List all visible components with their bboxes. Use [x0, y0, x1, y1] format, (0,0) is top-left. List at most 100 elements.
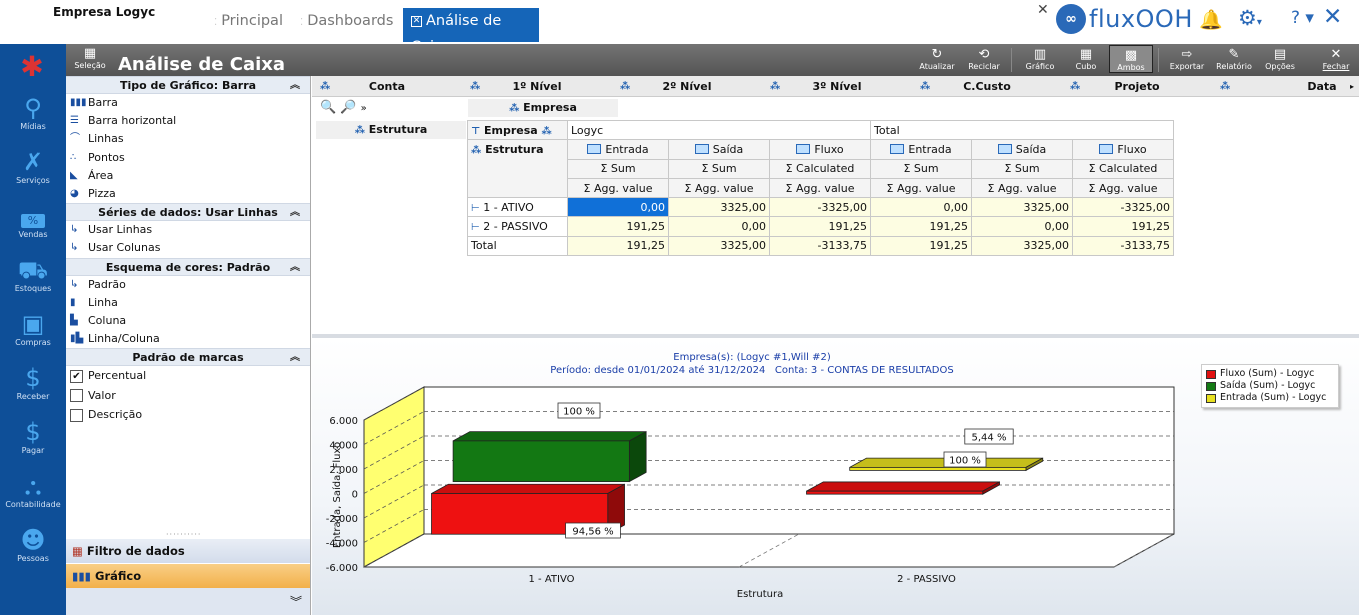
table-row[interactable]: ⊢ 2 - PASSIVO 191,25 0,00 191,25 191,25 … [467, 216, 1174, 237]
section-cores[interactable]: Esquema de cores: Padrão ︽ [66, 257, 310, 277]
opcoes-button[interactable]: ▤ Opções [1258, 47, 1302, 72]
field-ccusto[interactable]: ⁂ C.Custo [912, 76, 1062, 97]
table-cell[interactable]: 191,25 [769, 216, 871, 237]
relatorio-button[interactable]: ✎ Relatório [1212, 47, 1256, 72]
option-linha[interactable]: ▮ Linha [66, 294, 310, 312]
tab-dashboards[interactable]: ⁚ Dashboards [292, 8, 401, 42]
checkbox-box[interactable] [70, 389, 83, 402]
section-tipo-grafico[interactable]: Tipo de Gráfico: Barra ︽ [66, 76, 310, 94]
option-pizza[interactable]: ◕ Pizza [66, 185, 310, 203]
measure-header[interactable]: Entrada [567, 139, 669, 160]
section-series[interactable]: Séries de dados: Usar Linhas ︽ [66, 203, 310, 222]
checkbox-descricao[interactable]: Descrição [66, 405, 310, 425]
zoom-plus-icon[interactable]: 🔎 [340, 100, 356, 115]
group-header-logyc[interactable]: Logyc [567, 119, 871, 141]
table-cell[interactable]: 0,00 [870, 197, 972, 218]
measure-header[interactable]: Fluxo [769, 139, 871, 160]
field-projeto[interactable]: ⁂ Projeto [1062, 76, 1212, 97]
table-cell[interactable]: 191,25 [567, 235, 669, 257]
nav-filtro-de-dados[interactable]: ▦ Filtro de dados [66, 539, 310, 563]
option-linhas[interactable]: ⌒ Linhas [66, 130, 310, 148]
field-1-nivel[interactable]: ⁂ 1º Nível [462, 76, 612, 97]
measure-header[interactable]: Saída [668, 139, 770, 160]
help-button[interactable]: ? ▾ [1291, 8, 1314, 28]
option-usar-linhas[interactable]: ↳ Usar Linhas [66, 221, 310, 239]
col-field-header[interactable]: ⊤ Empresa ⁂ [467, 119, 568, 141]
collapse-chevron-icon[interactable]: ︽ [290, 204, 300, 222]
zoom-icon[interactable]: 🔍 [320, 100, 336, 115]
sidebar-item-compras[interactable]: ▣ Compras [0, 310, 66, 347]
table-cell[interactable]: -3325,00 [1072, 197, 1174, 218]
table-cell[interactable]: 3325,00 [668, 197, 770, 218]
expand-icon[interactable]: ⊢ [471, 222, 480, 233]
sidebar-item-vendas[interactable]: % Vendas [0, 202, 66, 239]
row-field-header[interactable]: ⁂ Estrutura [467, 139, 568, 199]
scroll-right-icon[interactable]: ▸ [1346, 76, 1358, 97]
close-tab-icon[interactable]: ✕ [1037, 2, 1049, 18]
row-header[interactable]: Total [467, 235, 568, 257]
table-cell[interactable]: -3325,00 [769, 197, 871, 218]
company-name[interactable]: Empresa Logyc [53, 5, 155, 19]
sidebar-item-receber[interactable]: $ Receber [0, 364, 66, 401]
field-conta[interactable]: ⁂ Conta [312, 76, 462, 97]
table-cell[interactable]: 0,00 [668, 216, 770, 237]
table-cell[interactable]: 0,00 [971, 216, 1073, 237]
sidebar-item-pagar[interactable]: $ Pagar [0, 418, 66, 455]
sidebar-item-contabilidade[interactable]: ⛬ Contabilidade [0, 472, 66, 509]
collapse-chevron-icon[interactable]: ︽ [290, 349, 300, 367]
field-3-nivel[interactable]: ⁂ 3º Nível [762, 76, 912, 97]
section-marcas[interactable]: Padrão de marcas ︽ [66, 348, 310, 367]
nav-grafico[interactable]: ▮▮▮ Gráfico [66, 564, 310, 588]
row-header[interactable]: ⊢ 1 - ATIVO [467, 197, 568, 218]
measure-header[interactable]: Saída [971, 139, 1073, 160]
panel-splitter-grip[interactable]: ·········· [166, 530, 201, 539]
measure-header[interactable]: Entrada [870, 139, 972, 160]
checkbox-percentual[interactable]: ✔ Percentual [66, 366, 310, 386]
collapse-chevron-icon[interactable]: ︽ [290, 77, 300, 95]
table-cell[interactable]: 191,25 [1072, 216, 1174, 237]
field-data[interactable]: ⁂ Data [1212, 76, 1352, 97]
bell-icon[interactable]: 🔔 [1199, 8, 1223, 31]
option-barra[interactable]: ▮▮▮ Barra [66, 94, 310, 112]
table-cell[interactable]: 3325,00 [971, 197, 1073, 218]
grafico-button[interactable]: ▥ Gráfico [1018, 47, 1062, 72]
cubo-button[interactable]: ▦ Cubo [1064, 47, 1108, 72]
option-barra-horizontal[interactable]: ☰ Barra horizontal [66, 112, 310, 130]
table-cell[interactable]: 3325,00 [668, 235, 770, 257]
atualizar-button[interactable]: ↻ Atualizar [915, 47, 959, 72]
option-linha-coluna[interactable]: ▮▙ Linha/Coluna [66, 330, 310, 348]
sidebar-item-estoques[interactable]: ⛟ Estoques [0, 256, 66, 293]
reciclar-button[interactable]: ⟲ Reciclar [962, 47, 1006, 72]
gear-icon[interactable]: ⚙▾ [1238, 6, 1262, 30]
selecao-button[interactable]: ▦ Seleção [73, 47, 107, 71]
checkbox-valor[interactable]: Valor [66, 386, 310, 406]
table-cell[interactable]: 191,25 [567, 216, 669, 237]
column-field-empresa[interactable]: ⁂ Empresa [468, 99, 618, 117]
fechar-button[interactable]: ✕ Fechar [1314, 47, 1358, 72]
row-header[interactable]: ⊢ 2 - PASSIVO [467, 216, 568, 237]
option-padrao[interactable]: ↳ Padrão [66, 276, 310, 294]
table-cell[interactable]: 191,25 [870, 216, 972, 237]
close-app-button[interactable]: ✕ [1323, 4, 1342, 30]
expand-icon[interactable]: ⊢ [471, 203, 480, 214]
table-row[interactable]: ⊢ 1 - ATIVO 0,00 3325,00 -3325,00 0,00 3… [467, 197, 1174, 218]
exportar-button[interactable]: ⇨ Exportar [1165, 47, 1209, 72]
checkbox-box[interactable] [70, 408, 83, 422]
sidebar-item-servicos[interactable]: ✗ Serviços [0, 148, 66, 185]
group-header-total[interactable]: Total [870, 119, 1174, 141]
sidebar-item-pessoas[interactable]: ☻ Pessoas [0, 526, 66, 563]
ambos-button[interactable]: ▩ Ambos [1109, 45, 1153, 73]
tab-analise-de-caixa[interactable]: ✕Análise de Caixa [403, 8, 539, 55]
table-cell[interactable]: 191,25 [870, 235, 972, 257]
option-usar-colunas[interactable]: ↳ Usar Colunas [66, 239, 310, 257]
chevrons-down-icon[interactable]: ︾ [290, 593, 302, 610]
option-pontos[interactable]: ∴ Pontos [66, 149, 310, 167]
sidebar-item-midias[interactable]: ⚲ Mídias [0, 94, 66, 131]
table-cell[interactable]: 0,00 [567, 197, 669, 218]
measure-header[interactable]: Fluxo [1072, 139, 1174, 160]
collapse-chevron-icon[interactable]: ︽ [290, 259, 300, 277]
table-row[interactable]: Total 191,25 3325,00 -3133,75 191,25 332… [467, 235, 1174, 257]
table-cell[interactable]: -3133,75 [1072, 235, 1174, 257]
chevron-more-icon[interactable]: » [361, 103, 367, 114]
option-coluna[interactable]: ▙ Coluna [66, 312, 310, 330]
